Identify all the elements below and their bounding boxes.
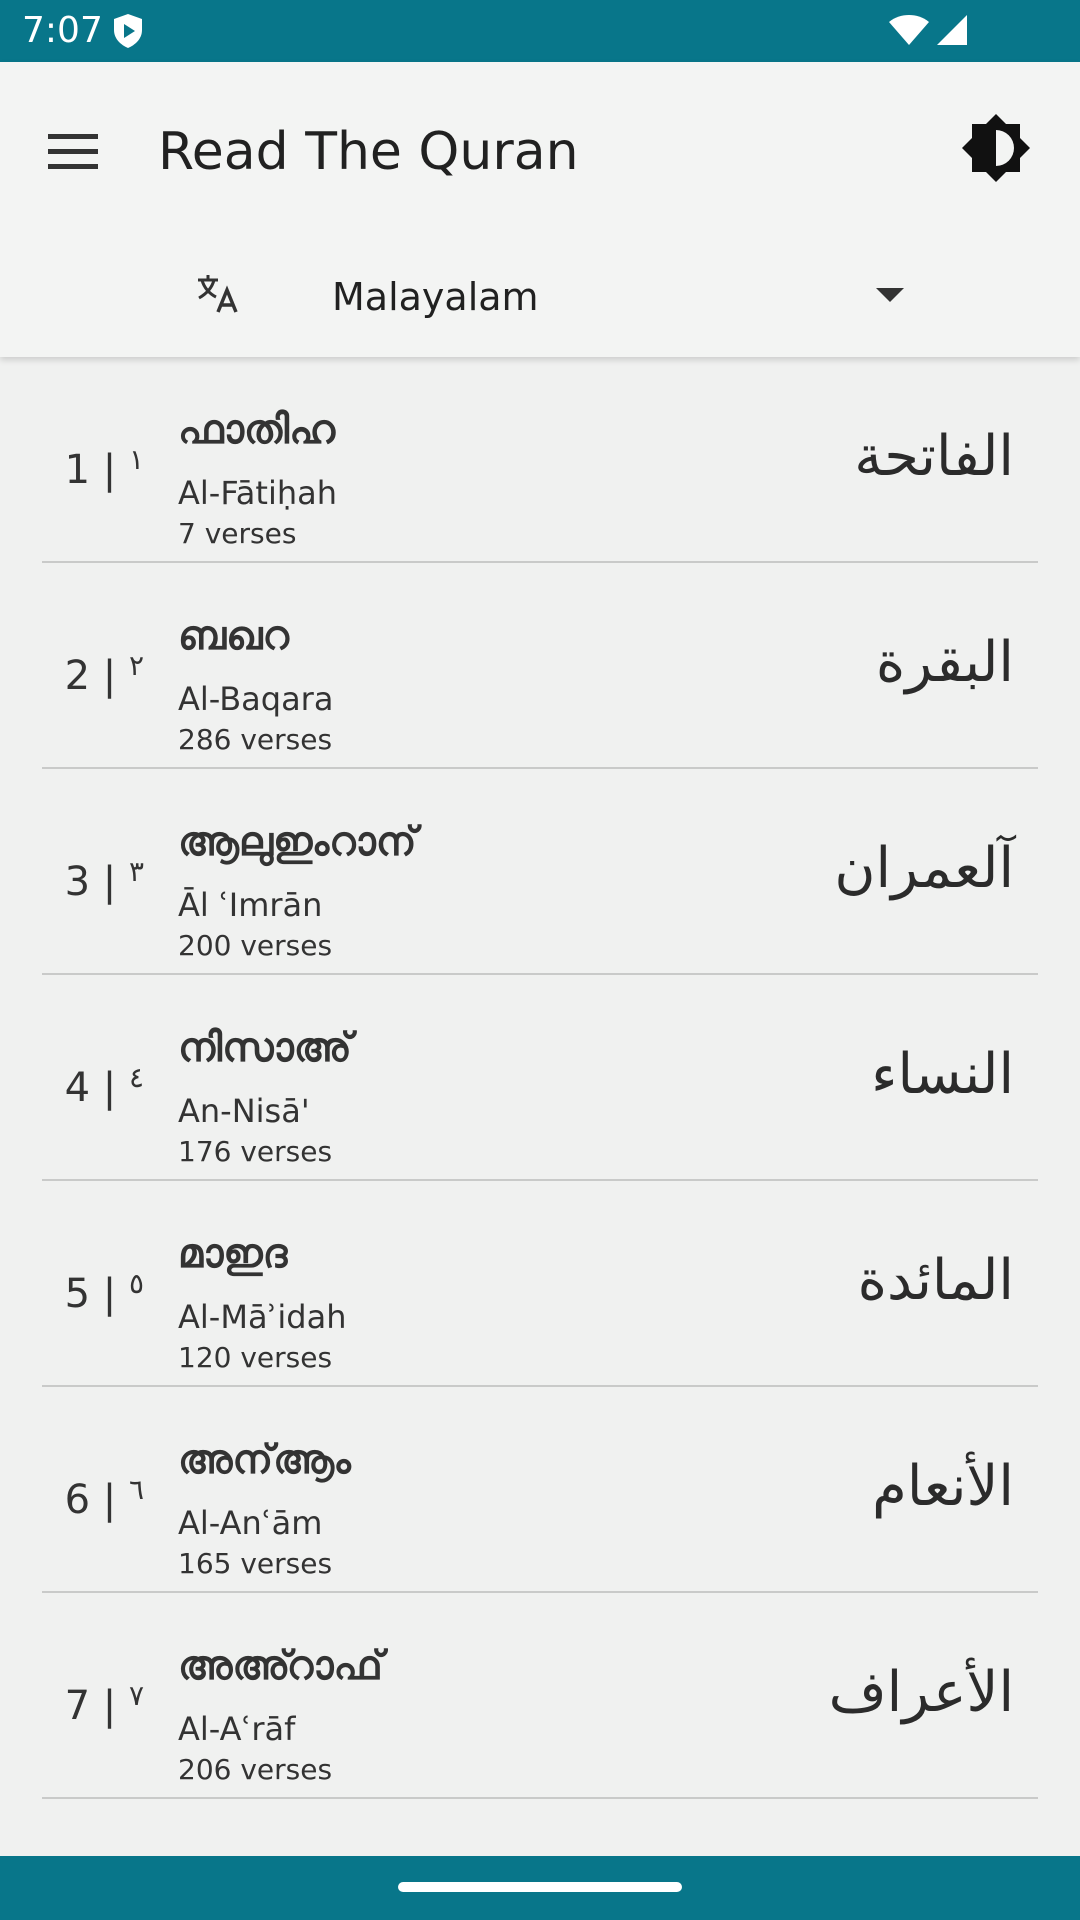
list-item-surah-6[interactable]: 6 | ٦ അന്ആം Al-Anʿām 165 verses الأنعام [0,1387,1080,1593]
list-item-surah-5[interactable]: 5 | ٥ മാഇദ Al-Māʾidah 120 verses المائدة [0,1181,1080,1387]
app-bar: Read The Quran Malayalam [0,62,1080,357]
surah-number-arabic: ٧ [128,1679,144,1712]
surah-list[interactable]: 1 | ١ ഫാതിഹ Al-Fātiḥah 7 verses الفاتحة … [0,357,1080,1857]
surah-local-name: ബഖറ [178,613,289,659]
surah-number: 1 | ١ [64,443,144,493]
surah-number-latin: 6 [64,1477,91,1523]
surah-transliteration: Al-Anʿām [178,1504,323,1542]
page-title: Read The Quran [158,122,579,182]
shield-icon [112,13,144,49]
list-item-surah-7[interactable]: 7 | ٧ അഅ്റാഫ് Al-Aʿrāf 206 verses الأعرا… [0,1593,1080,1799]
surah-number: 6 | ٦ [64,1473,144,1523]
list-item-surah-2[interactable]: 2 | ٢ ബഖറ Al-Baqara 286 verses البقرة [0,563,1080,769]
surah-transliteration: An-Nisā' [178,1092,310,1130]
surah-local-name: അന്ആം [178,1437,351,1483]
signal-icon [936,14,968,46]
surah-number: 2 | ٢ [64,649,144,699]
surah-verse-count: 206 verses [178,1753,333,1786]
surah-arabic-name: الأعراف [828,1660,1014,1725]
surah-arabic-name: البقرة [875,630,1014,695]
menu-icon[interactable] [40,122,106,182]
wifi-icon [888,14,930,46]
list-item-surah-4[interactable]: 4 | ٤ നിസാഅ് An-Nisā' 176 verses النساء [0,975,1080,1181]
surah-arabic-name: آلعمران [834,836,1014,901]
surah-verse-count: 165 verses [178,1547,333,1580]
surah-number: 3 | ٣ [64,855,144,905]
surah-verse-count: 7 verses [178,517,297,550]
surah-local-name: നിസാഅ് [178,1025,352,1071]
surah-local-name: ഫാതിഹ [178,407,336,453]
surah-number-arabic: ٢ [128,649,144,682]
surah-arabic-name: الأنعام [872,1454,1014,1519]
surah-number-arabic: ٣ [128,855,144,888]
surah-number: 4 | ٤ [64,1061,144,1111]
surah-verse-count: 286 verses [178,723,333,756]
surah-transliteration: Al-Aʿrāf [178,1710,296,1748]
surah-local-name: ആലുഇംറാന് [178,819,417,865]
home-gesture-handle[interactable] [398,1882,682,1892]
status-bar: 7:07 [0,0,1080,62]
surah-number: 5 | ٥ [64,1267,144,1317]
surah-number-latin: 7 [64,1683,91,1729]
surah-number-arabic: ١ [128,443,144,476]
surah-arabic-name: النساء [871,1042,1014,1107]
surah-verse-count: 176 verses [178,1135,333,1168]
surah-number-arabic: ٦ [128,1473,144,1506]
surah-transliteration: Al-Māʾidah [178,1298,347,1336]
status-time: 7:07 [22,10,103,51]
surah-local-name: മാഇദ [178,1231,288,1277]
list-item-surah-1[interactable]: 1 | ١ ഫാതിഹ Al-Fātiḥah 7 verses الفاتحة [0,357,1080,563]
surah-number-arabic: ٤ [128,1061,144,1094]
translate-icon [196,272,240,316]
surah-number-latin: 2 [64,653,91,699]
list-item-surah-3[interactable]: 3 | ٣ ആലുഇംറാന് Āl ʿImrān 200 verses آلع… [0,769,1080,975]
surah-number-latin: 4 [64,1065,91,1111]
surah-arabic-name: الفاتحة [854,424,1014,489]
surah-transliteration: Al-Baqara [178,680,334,718]
surah-arabic-name: المائدة [857,1248,1014,1313]
surah-verse-count: 120 verses [178,1341,333,1374]
brightness-icon[interactable] [958,110,1034,186]
surah-transliteration: Al-Fātiḥah [178,474,338,512]
surah-number-latin: 1 [64,447,91,493]
surah-local-name: അഅ്റാഫ് [178,1643,383,1689]
language-selected-value: Malayalam [332,275,539,319]
divider [42,1797,1038,1799]
surah-transliteration: Āl ʿImrān [178,886,323,924]
surah-number-arabic: ٥ [128,1267,144,1300]
navigation-bar [0,1856,1080,1920]
language-select[interactable]: Malayalam [310,242,920,342]
dropdown-arrow-icon [876,288,904,302]
surah-number-latin: 3 [64,859,91,905]
surah-verse-count: 200 verses [178,929,333,962]
surah-number: 7 | ٧ [64,1679,144,1729]
surah-number-latin: 5 [64,1271,91,1317]
